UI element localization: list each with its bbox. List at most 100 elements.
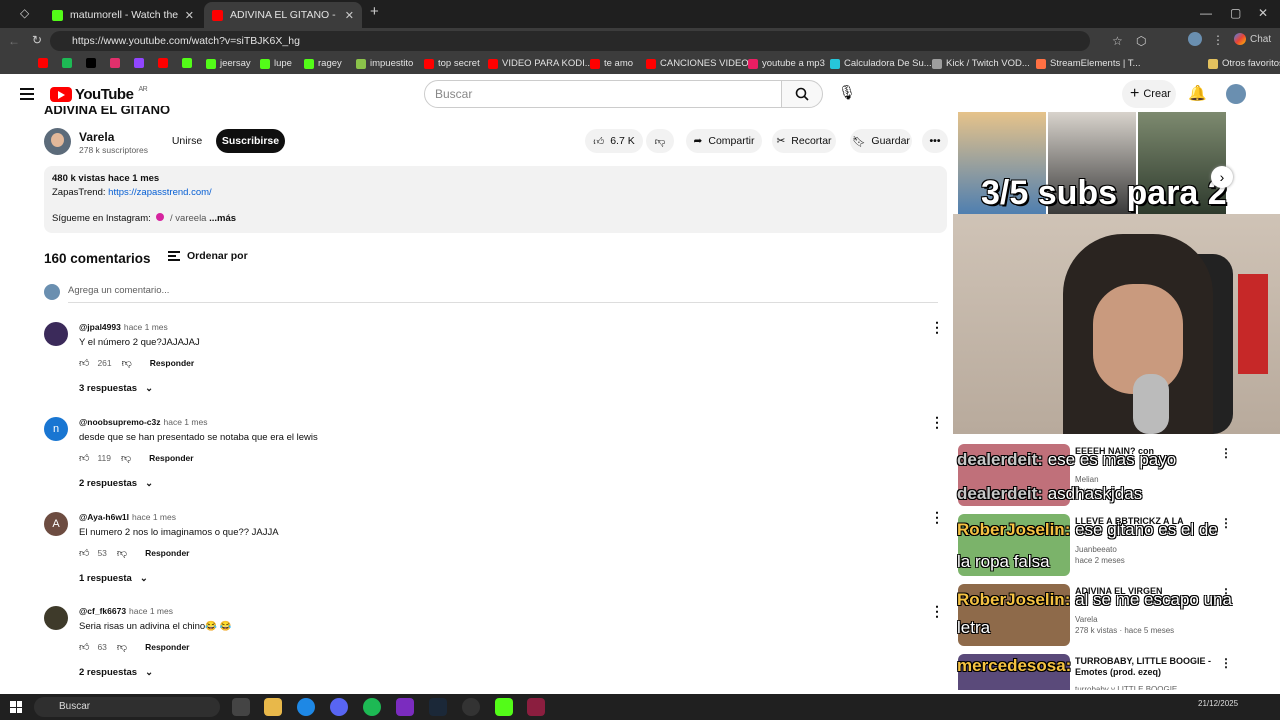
bookmark-item[interactable]: top secret	[424, 58, 480, 69]
bookmark-item[interactable]	[110, 58, 120, 68]
thumbs-up-icon[interactable]: 👍︎	[79, 357, 89, 369]
video-description[interactable]: 480 k vistas hace 1 mes ZapasTrend: http…	[44, 166, 947, 233]
clip-button[interactable]: ✂ Recortar	[772, 129, 836, 153]
commenter-avatar[interactable]	[44, 606, 68, 630]
other-bookmarks[interactable]: Otros favoritos	[1208, 58, 1280, 69]
bookmark-item[interactable]: youtube a mp3	[748, 58, 825, 69]
comment-author[interactable]: @noobsupremo-c3z	[79, 417, 161, 427]
video-menu-icon[interactable]: ⋮	[1220, 446, 1232, 460]
thumbs-down-icon[interactable]: 👎︎	[117, 641, 127, 653]
thumbs-down-icon[interactable]: 👎︎	[117, 547, 127, 559]
bookmark-item[interactable]: lupe	[260, 58, 292, 69]
search-input[interactable]: Buscar	[424, 80, 782, 108]
menu-dots-icon[interactable]: ⋮	[1212, 33, 1224, 47]
commenter-avatar[interactable]	[44, 322, 68, 346]
taskbar-clock[interactable]: 21/12/2025	[1198, 699, 1238, 708]
channel-avatar[interactable]	[44, 128, 71, 155]
subscribe-button[interactable]: Suscribirse	[216, 129, 285, 153]
bookmark-item[interactable]	[134, 58, 144, 68]
minimize-icon[interactable]: —	[1200, 6, 1212, 20]
view-replies-button[interactable]: 2 respuestas ⌄	[79, 667, 153, 678]
share-button[interactable]: ➦ Compartir	[686, 129, 762, 153]
comment-menu-icon[interactable]: ⋮	[930, 604, 944, 618]
join-button[interactable]: Unirse	[165, 129, 209, 153]
microphone-icon[interactable]: 🎙	[835, 84, 859, 104]
zapas-link[interactable]: https://zapasstrend.com/	[108, 187, 212, 198]
comment-author[interactable]: @Aya-h6w1l	[79, 512, 129, 522]
bookmark-item[interactable]	[182, 58, 192, 68]
comment-menu-icon[interactable]: ⋮	[930, 510, 944, 524]
reload-icon[interactable]: ↻	[32, 33, 42, 47]
reply-button[interactable]: Responder	[150, 358, 194, 368]
profile-icon[interactable]	[1188, 32, 1202, 46]
search-button[interactable]	[781, 80, 823, 108]
next-arrow-icon[interactable]: ›	[1211, 166, 1233, 188]
video-menu-icon[interactable]: ⋮	[1220, 516, 1232, 530]
youtube-logo[interactable]: YouTube AR	[50, 86, 148, 103]
url-bar[interactable]: https://www.youtube.com/watch?v=siTBJK6X…	[50, 31, 1090, 51]
windows-start-icon[interactable]	[10, 701, 22, 713]
close-tab-icon[interactable]: ✕	[185, 9, 194, 22]
view-replies-button[interactable]: 1 respuesta ⌄	[79, 573, 148, 584]
bookmark-item[interactable]	[38, 58, 48, 68]
bookmark-item[interactable]	[62, 58, 72, 68]
file-explorer-icon[interactable]	[264, 698, 282, 716]
bookmark-item[interactable]	[86, 58, 96, 68]
app-icon[interactable]	[462, 698, 480, 716]
view-replies-button[interactable]: 2 respuestas ⌄	[79, 478, 153, 489]
comment-menu-icon[interactable]: ⋮	[930, 415, 944, 429]
comment-time[interactable]: hace 1 mes	[132, 512, 176, 522]
tab-kick[interactable]: matumorell - Watch the VOD on K ✕	[44, 2, 202, 28]
view-replies-button[interactable]: 3 respuestas ⌄	[79, 383, 153, 394]
instagram-handle[interactable]: / vareela	[170, 213, 206, 224]
comment-time[interactable]: hace 1 mes	[129, 606, 173, 616]
comment-author[interactable]: @jpal4993	[79, 322, 121, 332]
more-actions-button[interactable]: •••	[922, 129, 948, 153]
add-comment-input[interactable]: Agrega un comentario...	[68, 285, 938, 303]
back-icon[interactable]: ←	[8, 34, 20, 48]
chat-button[interactable]: Chat	[1234, 33, 1271, 45]
discord-icon[interactable]	[330, 698, 348, 716]
thumbs-down-icon[interactable]: 👎︎	[122, 357, 132, 369]
reply-button[interactable]: Responder	[149, 453, 193, 463]
task-view-icon[interactable]	[232, 698, 250, 716]
steam-icon[interactable]	[429, 698, 447, 716]
dislike-button[interactable]: 👎︎	[646, 129, 674, 153]
bookmark-item[interactable]: ragey	[304, 58, 342, 69]
bookmark-item[interactable]: te amo	[590, 58, 633, 69]
app-icon[interactable]	[396, 698, 414, 716]
close-tab-icon[interactable]: ✕	[345, 9, 354, 22]
kick-icon[interactable]	[495, 698, 513, 716]
account-avatar[interactable]	[1226, 84, 1246, 104]
sort-button[interactable]: Ordenar por	[168, 250, 248, 262]
edge-icon[interactable]	[297, 698, 315, 716]
show-more-link[interactable]: ...más	[209, 213, 236, 224]
reply-button[interactable]: Responder	[145, 642, 189, 652]
thumbs-up-icon[interactable]: 👍︎	[79, 452, 89, 464]
commenter-avatar[interactable]: n	[44, 417, 68, 441]
new-tab-icon[interactable]: +	[370, 3, 379, 20]
save-button[interactable]: 🔖︎ Guardar	[850, 129, 912, 153]
comment-author[interactable]: @cf_fk6673	[79, 606, 126, 616]
tab-youtube[interactable]: ADIVINA EL GITANO - YouTube ✕	[204, 2, 362, 28]
like-button[interactable]: 👍︎ 6.7 K	[585, 129, 643, 153]
bookmark-item[interactable]: impuestito	[356, 58, 413, 69]
star-icon[interactable]: ☆	[1112, 34, 1123, 48]
commenter-avatar[interactable]: A	[44, 512, 68, 536]
app-icon[interactable]	[527, 698, 545, 716]
menu-icon[interactable]	[20, 88, 34, 100]
thumbs-up-icon[interactable]: 👍︎	[79, 547, 89, 559]
comment-menu-icon[interactable]: ⋮	[930, 320, 944, 334]
taskbar-search[interactable]: Buscar	[34, 697, 220, 717]
thumbs-up-icon[interactable]: 👍︎	[79, 641, 89, 653]
thumbs-down-icon[interactable]: 👎︎	[121, 452, 131, 464]
spotify-icon[interactable]	[363, 698, 381, 716]
comment-time[interactable]: hace 1 mes	[124, 322, 168, 332]
video-menu-icon[interactable]: ⋮	[1220, 656, 1232, 670]
bookmark-item[interactable]	[158, 58, 168, 68]
bookmark-item[interactable]: CANCIONES VIDEOS	[646, 58, 755, 69]
extensions-icon[interactable]: ⬡	[1136, 34, 1146, 48]
reply-button[interactable]: Responder	[145, 548, 189, 558]
video-title[interactable]: TURROBABY, LITTLE BOOGIE - Emotes (prod.…	[1075, 656, 1225, 678]
channel-name[interactable]: Varela	[79, 130, 114, 144]
